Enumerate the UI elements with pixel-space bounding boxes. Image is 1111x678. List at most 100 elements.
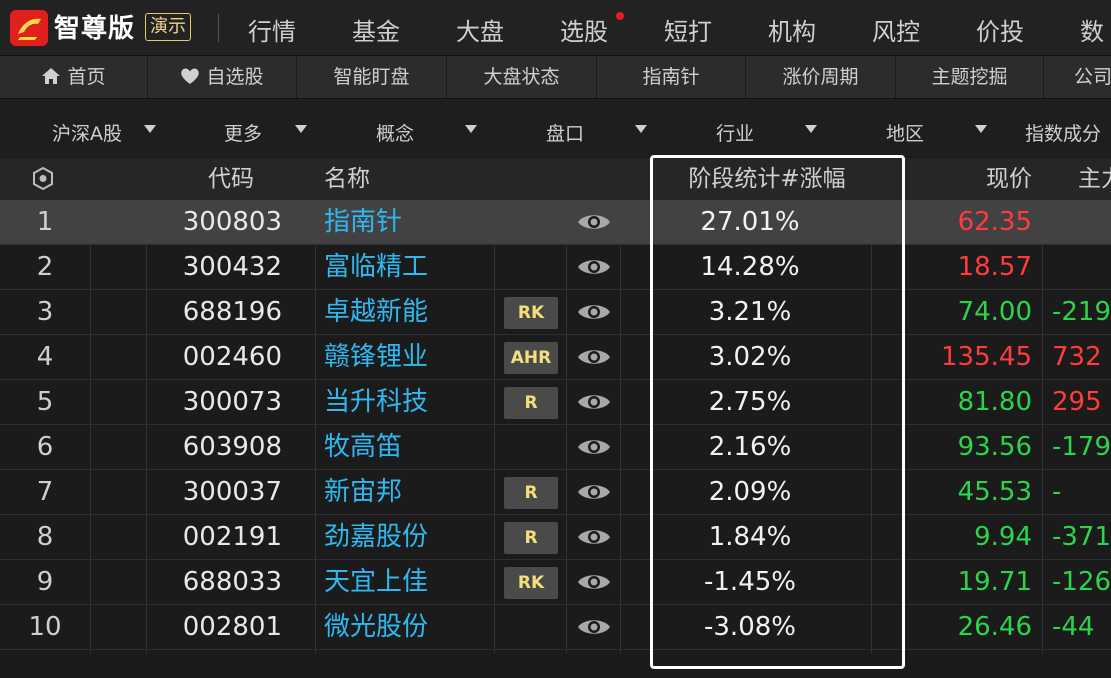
eye-icon[interactable] — [576, 245, 612, 289]
current-price: 9.94 — [974, 522, 1032, 552]
header-price[interactable]: 现价 — [880, 158, 1032, 200]
filter-more[interactable]: 更多 — [224, 119, 262, 146]
header-main-force[interactable]: 主力 — [1078, 158, 1111, 200]
eye-icon[interactable] — [576, 605, 612, 649]
top-nav-value[interactable]: 价投 — [976, 12, 1024, 47]
subnav-home[interactable]: 首页 — [0, 56, 148, 98]
stock-name[interactable]: 微光股份 — [324, 605, 494, 649]
subnav-price-cycle[interactable]: 涨价周期 — [746, 56, 896, 98]
table-row[interactable]: 4 002460 赣锋锂业 AHR 3.02% 135.45 732 — [0, 335, 1111, 380]
chevron-down-icon[interactable] — [805, 125, 817, 133]
table-row[interactable]: 8 002191 劲嘉股份 R 1.84% 9.94 -371 — [0, 515, 1111, 560]
stage-gain: 1.84% — [708, 522, 792, 552]
stage-gain: 14.28% — [700, 252, 800, 282]
stock-name[interactable]: 天宜上佳 — [324, 560, 494, 604]
row-number: 2 — [36, 252, 54, 282]
stage-gain: 2.16% — [708, 432, 792, 462]
subnav-compass[interactable]: 指南针 — [597, 56, 746, 98]
subnav-home-label: 首页 — [67, 66, 106, 88]
filter-order-book[interactable]: 盘口 — [546, 119, 584, 146]
stock-tag-badge[interactable]: R — [504, 387, 558, 419]
stock-code: 688033 — [182, 567, 282, 597]
stock-code: 002801 — [182, 612, 282, 642]
top-nav-data[interactable]: 数 — [1080, 12, 1104, 47]
subnav-company[interactable]: 公司 — [1044, 56, 1111, 98]
table-row[interactable]: 2 300432 富临精工 14.28% 18.57 — [0, 245, 1111, 290]
eye-icon[interactable] — [576, 380, 612, 424]
top-nav-stock-picker[interactable]: 选股 — [560, 12, 608, 47]
subnav-smart-monitor[interactable]: 智能盯盘 — [297, 56, 447, 98]
eye-icon[interactable] — [576, 425, 612, 469]
top-nav-institutions[interactable]: 机构 — [768, 12, 816, 47]
top-nav-risk[interactable]: 风控 — [872, 12, 920, 47]
eye-icon[interactable] — [576, 335, 612, 379]
table-row[interactable]: 3 688196 卓越新能 RK 3.21% 74.00 -219 — [0, 290, 1111, 335]
main-force-value: -179 — [1052, 432, 1111, 462]
current-price: 26.46 — [957, 612, 1032, 642]
stock-name[interactable]: 富临精工 — [324, 245, 494, 289]
subnav-watchlist[interactable]: 自选股 — [148, 56, 297, 98]
filter-index-constituents[interactable]: 指数成分 — [1025, 119, 1101, 146]
filter-a-shares[interactable]: 沪深A股 — [52, 119, 122, 146]
top-nav-short-trade[interactable]: 短打 — [664, 12, 712, 47]
table-row[interactable]: 10 002801 微光股份 -3.08% 26.46 -44 — [0, 605, 1111, 650]
chevron-down-icon[interactable] — [975, 125, 987, 133]
top-nav-market[interactable]: 大盘 — [456, 12, 504, 47]
subnav-theme-mining[interactable]: 主题挖掘 — [896, 56, 1044, 98]
stock-code: 300073 — [182, 387, 282, 417]
filter-concept[interactable]: 概念 — [376, 119, 414, 146]
header-code[interactable]: 代码 — [146, 158, 316, 200]
current-price: 135.45 — [941, 342, 1032, 372]
table-row[interactable]: 6 603908 牧高笛 2.16% 93.56 -179 — [0, 425, 1111, 470]
table-row[interactable]: 7 300037 新宙邦 R 2.09% 45.53 - — [0, 470, 1111, 515]
settings-icon[interactable] — [0, 158, 90, 200]
stock-tag-badge[interactable]: RK — [504, 297, 558, 329]
stock-name[interactable]: 新宙邦 — [324, 470, 494, 514]
table-row[interactable]: 5 300073 当升科技 R 2.75% 81.80 295 — [0, 380, 1111, 425]
subnav-market-status[interactable]: 大盘状态 — [447, 56, 597, 98]
eye-icon[interactable] — [576, 290, 612, 334]
stage-gain: -3.08% — [704, 612, 796, 642]
eye-icon[interactable] — [576, 515, 612, 559]
filter-industry[interactable]: 行业 — [716, 119, 754, 146]
stock-name[interactable]: 卓越新能 — [324, 290, 494, 334]
home-icon — [41, 58, 61, 98]
stock-tag-badge[interactable]: R — [504, 477, 558, 509]
row-number: 1 — [36, 207, 54, 237]
stock-tag-badge[interactable]: R — [504, 522, 558, 554]
eye-icon[interactable] — [576, 470, 612, 514]
stage-gain: 2.09% — [708, 477, 792, 507]
main-force-value: 732 — [1052, 342, 1102, 372]
filter-region[interactable]: 地区 — [886, 119, 924, 146]
header-stage-gain[interactable]: 阶段统计#涨幅 — [660, 158, 874, 200]
stock-name[interactable]: 牧高笛 — [324, 425, 494, 469]
eye-icon[interactable] — [576, 200, 612, 244]
filter-bar: 沪深A股 更多 概念 盘口 行业 地区 指数成分 — [0, 99, 1111, 156]
stock-name[interactable]: 当升科技 — [324, 380, 494, 424]
table-row[interactable]: 9 688033 天宜上佳 RK -1.45% 19.71 -126 — [0, 560, 1111, 605]
current-price: 74.00 — [957, 297, 1032, 327]
stock-name[interactable]: 赣锋锂业 — [324, 335, 494, 379]
stock-tag-cell — [504, 425, 558, 469]
stock-name[interactable]: 劲嘉股份 — [324, 515, 494, 559]
stock-code: 002460 — [182, 342, 282, 372]
app-logo-icon — [10, 10, 48, 46]
stage-gain: 27.01% — [700, 207, 800, 237]
stock-tag-cell: R — [504, 470, 558, 514]
chevron-down-icon[interactable] — [295, 125, 307, 133]
top-nav-quotes[interactable]: 行情 — [248, 12, 296, 47]
eye-icon[interactable] — [576, 560, 612, 604]
stock-tag-badge[interactable]: RK — [504, 567, 558, 599]
chevron-down-icon[interactable] — [635, 125, 647, 133]
chevron-down-icon[interactable] — [465, 125, 477, 133]
stock-tag-cell: R — [504, 380, 558, 424]
stage-gain: 2.75% — [708, 387, 792, 417]
main-force-value: - — [1052, 477, 1062, 507]
top-nav-funds[interactable]: 基金 — [352, 12, 400, 47]
stock-name[interactable]: 指南针 — [324, 200, 494, 244]
top-bar: 智尊版 演示 行情 基金 大盘 选股 短打 机构 风控 价投 数 — [0, 0, 1111, 56]
header-name[interactable]: 名称 — [324, 158, 494, 200]
chevron-down-icon[interactable] — [144, 125, 156, 133]
table-row[interactable]: 1 300803 指南针 27.01% 62.35 — [0, 200, 1111, 245]
stock-tag-badge[interactable]: AHR — [504, 342, 558, 374]
